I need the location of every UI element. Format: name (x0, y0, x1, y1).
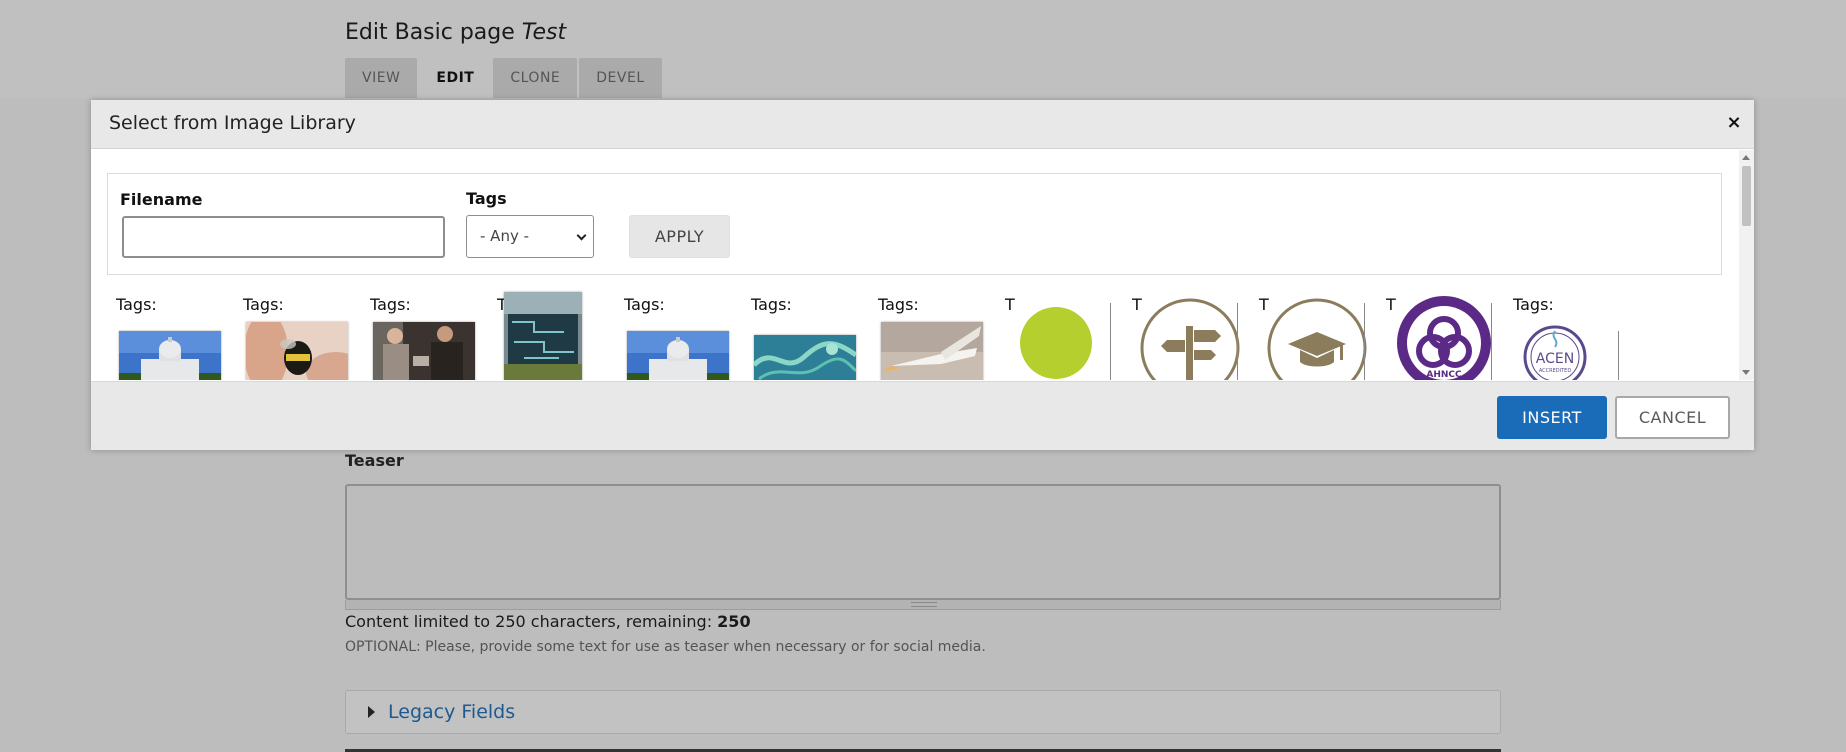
tile-tag-label: Tags: (878, 295, 919, 314)
bumblebee-on-finger-photo[interactable] (246, 322, 348, 380)
ahncc-logo-text: AHNCC (1426, 370, 1462, 380)
image-tile[interactable]: Tags: (619, 295, 739, 380)
graduation-cap-icon[interactable] (1266, 298, 1368, 380)
green-circle-graphic[interactable] (1018, 305, 1094, 380)
insert-button[interactable]: Insert (1497, 396, 1607, 439)
grip-icon (911, 602, 937, 607)
teaser-help-text: OPTIONAL: Please, provide some text for … (345, 639, 986, 655)
divider (1491, 303, 1492, 380)
image-tile[interactable]: T (1254, 295, 1374, 380)
image-tile[interactable]: Tags: (238, 295, 358, 380)
legacy-fields-summary[interactable]: Legacy Fields (388, 701, 515, 723)
dialog-title: Select from Image Library (109, 112, 356, 134)
image-gallery: Tags: Tags: Tags: Tags: Tags: Tags: T T … (91, 292, 1731, 380)
acen-logo-subtext: ACCREDITED (1539, 368, 1571, 374)
teaser-limit-remaining: 250 (717, 612, 751, 631)
teaser-label: Teaser (345, 451, 404, 470)
tile-tag-label: Tags: (751, 295, 792, 314)
dialog-titlebar: Select from Image Library × (91, 100, 1754, 149)
tile-tag-label: Tags: (116, 295, 157, 314)
divider (1364, 303, 1365, 380)
tab-edit[interactable]: Edit (419, 58, 492, 98)
filter-form: Filename Tags - Any - Apply (107, 173, 1722, 275)
tile-tag-label: Tags: (1513, 295, 1554, 314)
image-tile[interactable]: Tags: ACEN ACCREDITED (1508, 295, 1628, 380)
page-title: Edit Basic page Test (345, 20, 566, 45)
image-tile[interactable]: Tags: (365, 295, 485, 380)
tile-tag-label: Tags: (624, 295, 665, 314)
chevron-down-icon (576, 230, 587, 241)
dialog-scrollbar[interactable] (1739, 150, 1754, 380)
divider (1618, 331, 1619, 380)
signpost-icon[interactable] (1139, 298, 1241, 380)
tab-clone[interactable]: Clone (493, 58, 578, 98)
teal-abstract-photo[interactable] (754, 335, 856, 380)
capitol-building-photo[interactable] (119, 331, 221, 380)
filename-input[interactable] (122, 216, 445, 258)
caret-right-icon (368, 706, 375, 718)
image-library-dialog: Select from Image Library × Filename Tag… (91, 100, 1754, 450)
teaser-textarea[interactable] (345, 484, 1501, 600)
image-tile[interactable]: Tags: (873, 295, 993, 380)
acen-accredited-logo[interactable]: ACEN ACCREDITED (1520, 325, 1590, 380)
tags-select[interactable]: - Any - (466, 215, 594, 258)
apply-button[interactable]: Apply (629, 215, 730, 258)
image-tile[interactable]: Tags: (111, 295, 231, 380)
capitol-building-photo[interactable] (627, 331, 729, 380)
teaser-resize-handle[interactable] (345, 600, 1501, 610)
circuit-sign-photo[interactable] (504, 292, 582, 380)
pelican-photo[interactable] (881, 322, 983, 380)
filename-label: Filename (120, 190, 203, 209)
tile-tag-label: T (1005, 295, 1015, 314)
scroll-down-icon[interactable] (1742, 370, 1750, 375)
page-title-node: Test (521, 20, 567, 45)
acen-logo-text: ACEN (1536, 351, 1574, 367)
page-header: Edit Basic page Test View Edit Clone Dev… (0, 0, 1846, 98)
scrollbar-thumb[interactable] (1742, 166, 1751, 226)
tile-tag-label: Tags: (243, 295, 284, 314)
image-tile[interactable]: T (1127, 295, 1247, 380)
cancel-button[interactable]: Cancel (1615, 396, 1730, 439)
teaser-limit-prefix: Content limited to 250 characters, remai… (345, 612, 713, 631)
tab-view[interactable]: View (345, 58, 418, 98)
divider (1237, 303, 1238, 380)
image-tile[interactable]: T (1000, 295, 1120, 380)
image-tile[interactable]: T AHNCC (1381, 295, 1501, 380)
image-tile[interactable]: Tags: (746, 295, 866, 380)
image-tile[interactable]: Tags (492, 292, 612, 380)
people-in-lab-photo[interactable] (373, 322, 475, 380)
dialog-footer: Insert Cancel (91, 381, 1754, 450)
local-tasks-tabs: View Edit Clone Devel (345, 58, 662, 98)
legacy-fields-details[interactable]: Legacy Fields (345, 690, 1501, 734)
divider (1110, 303, 1111, 380)
tab-devel[interactable]: Devel (579, 58, 662, 98)
page-title-prefix: Edit Basic page (345, 20, 515, 45)
scroll-up-icon[interactable] (1742, 155, 1750, 160)
tile-tag-label: Tags: (370, 295, 411, 314)
ahncc-seal-logo[interactable]: AHNCC (1393, 295, 1495, 380)
tags-label: Tags (466, 189, 507, 208)
close-icon[interactable]: × (1724, 113, 1744, 133)
dialog-content: Filename Tags - Any - Apply Tags: (91, 150, 1754, 380)
tags-select-value: - Any - (480, 227, 530, 245)
teaser-limit-text: Content limited to 250 characters, remai… (345, 612, 751, 631)
